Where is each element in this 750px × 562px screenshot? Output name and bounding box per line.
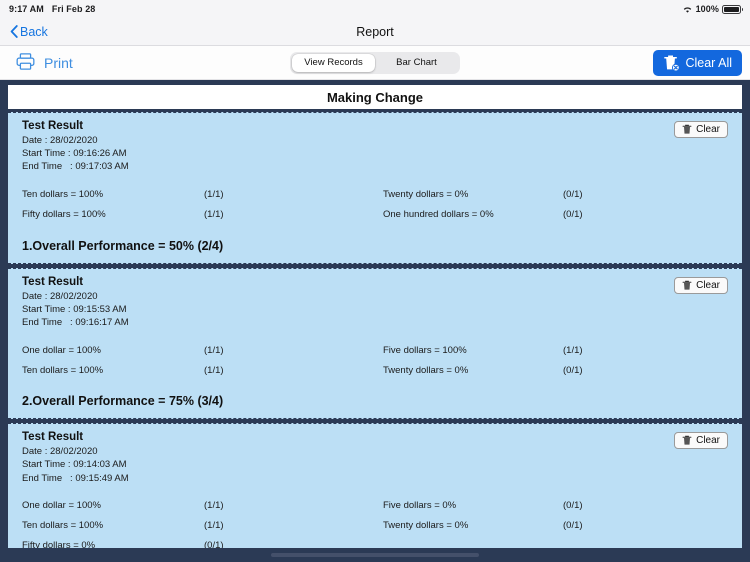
record-end-time: End Time : 09:16:17 AM xyxy=(22,317,129,329)
denomination-count-left: (1/1) xyxy=(204,500,224,512)
home-indicator-area xyxy=(0,548,750,562)
denomination-count-right: (0/1) xyxy=(563,364,583,376)
trash-icon xyxy=(682,435,692,446)
status-time: 9:17 AM xyxy=(9,4,44,14)
denomination-row: Ten dollars = 100% (1/1) Twenty dollars = … xyxy=(22,516,728,536)
clear-all-button[interactable]: Clear All xyxy=(653,49,742,76)
print-button-label: Print xyxy=(44,54,73,71)
record-card: Test Result Date : 28/02/2020 Start Time :… xyxy=(8,423,742,558)
report-title-bar: Making Change xyxy=(8,85,742,109)
denomination-count-left: (1/1) xyxy=(204,189,224,201)
status-date: Fri Feb 28 xyxy=(51,4,96,14)
record-card-title: Test Result xyxy=(22,120,84,132)
denomination-row: Ten dollars = 100% (1/1) Twenty dollars = … xyxy=(22,360,728,380)
clear-record-button-label: Clear xyxy=(696,435,720,447)
printer-icon xyxy=(16,52,35,73)
denomination-count-right: (0/1) xyxy=(563,520,583,532)
denomination-count-right: (0/1) xyxy=(563,189,583,201)
denomination-row: Fifty dollars = 100% (1/1) One hundred dol… xyxy=(22,205,728,225)
status-bar-left: 9:17 AM Fri Feb 28 xyxy=(9,4,95,14)
record-card-title: Test Result xyxy=(22,275,84,288)
denomination-row: One dollar = 100% (1/1) Five dollars = 100… xyxy=(22,340,728,360)
denomination-row: Ten dollars = 100% (1/1) Twenty dollars = … xyxy=(22,185,728,205)
back-button-label: Back xyxy=(20,24,48,39)
denomination-count-left: (1/1) xyxy=(204,344,224,356)
clear-record-button[interactable]: Clear xyxy=(674,432,728,450)
overall-performance: 1.Overall Performance = 50% (2/4) xyxy=(22,238,224,253)
wifi-icon xyxy=(682,5,693,14)
tab-bar-chart[interactable]: Bar Chart xyxy=(375,54,458,72)
denomination-count-right: (1/1) xyxy=(563,344,583,356)
navigation-bar: Back Report xyxy=(0,18,750,46)
denomination-count-left: (1/1) xyxy=(204,520,224,532)
denomination-label-left: One dollar = 100% xyxy=(22,344,101,356)
record-start-time: Start Time : 09:15:53 AM xyxy=(22,303,127,315)
record-date: Date : 28/02/2020 xyxy=(22,135,98,146)
record-end-time: End Time : 09:17:03 AM xyxy=(22,161,129,173)
page-title: Report xyxy=(356,24,394,39)
denomination-label-right: Twenty dollars = 0% xyxy=(383,520,469,532)
chevron-left-icon xyxy=(10,25,18,38)
clear-record-button-label: Clear xyxy=(696,124,720,135)
status-bar: 9:17 AM Fri Feb 28 100% xyxy=(0,0,750,18)
records-scroll-area[interactable]: Test Result Date : 28/02/2020 Start Time :… xyxy=(8,112,742,558)
records-list: Test Result Date : 28/02/2020 Start Time :… xyxy=(8,112,742,558)
home-indicator[interactable] xyxy=(271,553,479,557)
view-mode-segmented-control[interactable]: View Records Bar Chart xyxy=(290,51,460,74)
denomination-count-left: (1/1) xyxy=(204,364,224,376)
clear-record-button[interactable]: Clear xyxy=(674,121,728,138)
denomination-label-right: Twenty dollars = 0% xyxy=(383,189,469,201)
back-button[interactable]: Back xyxy=(10,25,48,39)
clear-all-button-label: Clear All xyxy=(685,55,732,70)
status-bar-right: 100% xyxy=(682,4,743,14)
trash-icon xyxy=(682,124,692,135)
denomination-count-left: (1/1) xyxy=(204,209,224,221)
record-date: Date : 28/02/2020 xyxy=(22,446,98,458)
denomination-label-right: Five dollars = 100% xyxy=(383,344,467,356)
denomination-row: One dollar = 100% (1/1) Five dollars = 0% (… xyxy=(22,496,728,516)
clear-record-button[interactable]: Clear xyxy=(674,276,728,294)
denomination-label-right: Twenty dollars = 0% xyxy=(383,364,469,376)
record-card: Test Result Date : 28/02/2020 Start Time :… xyxy=(8,267,742,420)
record-end-time: End Time : 09:15:49 AM xyxy=(22,472,129,484)
denomination-label-left: One dollar = 100% xyxy=(22,500,101,512)
record-card: Test Result Date : 28/02/2020 Start Time :… xyxy=(8,112,742,264)
denomination-label-left: Ten dollars = 100% xyxy=(22,189,104,201)
denomination-rows: One dollar = 100% (1/1) Five dollars = 0% (… xyxy=(22,496,728,556)
record-date: Date : 28/02/2020 xyxy=(22,290,98,302)
battery-icon xyxy=(722,4,743,14)
record-start-time: Start Time : 09:14:03 AM xyxy=(22,459,127,471)
trash-x-icon xyxy=(663,54,681,72)
tab-view-records[interactable]: View Records xyxy=(292,53,375,72)
overall-performance: 2.Overall Performance = 75% (3/4) xyxy=(22,394,224,409)
battery-percent: 100% xyxy=(695,4,719,14)
denomination-label-right: One hundred dollars = 0% xyxy=(383,209,494,221)
clear-record-button-label: Clear xyxy=(696,279,720,291)
denomination-rows: One dollar = 100% (1/1) Five dollars = 100… xyxy=(22,340,728,380)
report-content: Making Change Test Result Date : 28/02/20… xyxy=(0,80,750,562)
denomination-label-left: Ten dollars = 100% xyxy=(22,364,104,376)
report-title: Making Change xyxy=(326,89,424,105)
record-start-time: Start Time : 09:16:26 AM xyxy=(22,148,127,160)
denomination-count-right: (0/1) xyxy=(563,209,583,221)
denomination-rows: Ten dollars = 100% (1/1) Twenty dollars = … xyxy=(22,185,728,225)
toolbar: Print View Records Bar Chart Clear All xyxy=(0,46,750,80)
denomination-label-left: Fifty dollars = 100% xyxy=(22,209,106,221)
denomination-label-right: Five dollars = 0% xyxy=(383,500,457,512)
denomination-count-right: (0/1) xyxy=(563,500,583,512)
record-card-title: Test Result xyxy=(22,431,84,444)
print-button[interactable]: Print xyxy=(8,52,73,73)
trash-icon xyxy=(682,280,692,291)
denomination-label-left: Ten dollars = 100% xyxy=(22,520,104,532)
